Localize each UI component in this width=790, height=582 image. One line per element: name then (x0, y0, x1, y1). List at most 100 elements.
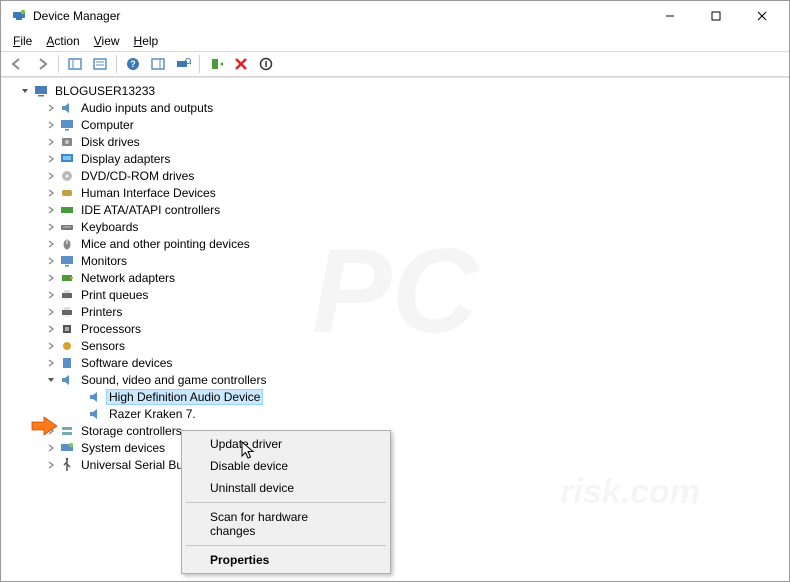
chevron-right-icon[interactable] (45, 204, 57, 216)
context-menu: Update driver Disable device Uninstall d… (181, 430, 391, 574)
tree-item[interactable]: Network adapters (1, 269, 789, 286)
usb-icon (59, 457, 75, 473)
ctx-properties[interactable]: Properties (184, 549, 388, 571)
menu-action[interactable]: Action (40, 32, 85, 50)
close-button[interactable] (739, 1, 785, 31)
tree-item[interactable]: Processors (1, 320, 789, 337)
printer-icon (59, 304, 75, 320)
tree-item-label: Human Interface Devices (79, 186, 218, 200)
device-tree[interactable]: BLOGUSER13233 Audio inputs and outputs Co… (1, 77, 789, 581)
tree-item-label: Universal Serial Bu (79, 458, 185, 472)
tree-item[interactable]: Universal Serial Bu (1, 456, 789, 473)
chevron-right-icon[interactable] (45, 442, 57, 454)
tree-item-label: Mice and other pointing devices (79, 237, 252, 251)
tree-item[interactable]: Software devices (1, 354, 789, 371)
no-chevron (73, 391, 85, 403)
chevron-right-icon[interactable] (45, 289, 57, 301)
chevron-right-icon[interactable] (45, 187, 57, 199)
svg-text:?: ? (130, 59, 136, 69)
tree-item-label: System devices (79, 441, 167, 455)
speaker-icon (59, 372, 75, 388)
menu-file[interactable]: File (7, 32, 38, 50)
tree-item[interactable]: Disk drives (1, 133, 789, 150)
chevron-right-icon[interactable] (45, 238, 57, 250)
chevron-right-icon[interactable] (45, 102, 57, 114)
tree-item-label: Printers (79, 305, 124, 319)
chevron-right-icon[interactable] (45, 153, 57, 165)
speaker-icon (59, 100, 75, 116)
toolbar-update-driver-button[interactable] (204, 53, 228, 75)
minimize-button[interactable] (647, 1, 693, 31)
tree-item[interactable]: Human Interface Devices (1, 184, 789, 201)
tree-item-label: Computer (79, 118, 136, 132)
menu-help[interactable]: Help (128, 32, 165, 50)
toolbar-help-button[interactable]: ? (121, 53, 145, 75)
tree-item[interactable]: Keyboards (1, 218, 789, 235)
chevron-right-icon[interactable] (45, 272, 57, 284)
chevron-right-icon[interactable] (45, 255, 57, 267)
ctx-separator (186, 545, 386, 546)
chevron-right-icon[interactable] (45, 340, 57, 352)
tree-item-label: Network adapters (79, 271, 177, 285)
cursor-icon (241, 441, 257, 461)
chevron-right-icon[interactable] (45, 459, 57, 471)
hid-icon (59, 185, 75, 201)
tree-item[interactable]: Sensors (1, 337, 789, 354)
chevron-right-icon[interactable] (45, 170, 57, 182)
tree-item-label: Sensors (79, 339, 127, 353)
tree-item-sound[interactable]: Sound, video and game controllers (1, 371, 789, 388)
toolbar-uninstall-button[interactable] (229, 53, 253, 75)
window-title: Device Manager (33, 9, 120, 23)
computer-icon (33, 83, 49, 99)
toolbar-show-hide-button[interactable] (63, 53, 87, 75)
soft-icon (59, 355, 75, 371)
chevron-right-icon[interactable] (45, 357, 57, 369)
toolbar-action-pane-button[interactable] (146, 53, 170, 75)
speaker-icon (87, 389, 103, 405)
tree-item[interactable]: Mice and other pointing devices (1, 235, 789, 252)
tree-item[interactable]: DVD/CD-ROM drives (1, 167, 789, 184)
chevron-right-icon[interactable] (45, 323, 57, 335)
tree-item[interactable]: Audio inputs and outputs (1, 99, 789, 116)
tree-item[interactable]: High Definition Audio Device (1, 388, 789, 405)
chevron-right-icon[interactable] (45, 221, 57, 233)
ctx-uninstall-device[interactable]: Uninstall device (184, 477, 388, 499)
disk-icon (59, 134, 75, 150)
chevron-right-icon[interactable] (45, 136, 57, 148)
toolbar-scan-button[interactable] (171, 53, 195, 75)
tree-item-label: Disk drives (79, 135, 142, 149)
ctx-disable-device[interactable]: Disable device (184, 455, 388, 477)
tree-item[interactable]: Computer (1, 116, 789, 133)
toolbar-properties-button[interactable] (88, 53, 112, 75)
toolbar: ? (1, 51, 789, 77)
nav-back-button[interactable] (5, 53, 29, 75)
tree-item[interactable]: Print queues (1, 286, 789, 303)
tree-root[interactable]: BLOGUSER13233 (1, 82, 789, 99)
menu-view[interactable]: View (88, 32, 126, 50)
tree-item[interactable]: Storage controllers (1, 422, 789, 439)
nic-icon (59, 270, 75, 286)
cpu-icon (59, 321, 75, 337)
chevron-down-icon[interactable] (19, 85, 31, 97)
ctx-scan-hardware[interactable]: Scan for hardware changes (184, 506, 388, 542)
tree-item[interactable]: Monitors (1, 252, 789, 269)
ata-icon (59, 202, 75, 218)
tree-item[interactable]: System devices (1, 439, 789, 456)
toolbar-disable-button[interactable] (254, 53, 278, 75)
maximize-button[interactable] (693, 1, 739, 31)
chevron-right-icon[interactable] (45, 119, 57, 131)
chevron-down-icon[interactable] (45, 374, 57, 386)
tree-item[interactable]: Printers (1, 303, 789, 320)
tree-item-label: Software devices (79, 356, 174, 370)
tree-item-label: High Definition Audio Device (107, 390, 262, 404)
tree-item[interactable]: Display adapters (1, 150, 789, 167)
tree-item-label: Sound, video and game controllers (79, 373, 268, 387)
tree-item-label: Audio inputs and outputs (79, 101, 215, 115)
nav-forward-button[interactable] (30, 53, 54, 75)
tree-item-label: Monitors (79, 254, 129, 268)
tree-item-label: Processors (79, 322, 143, 336)
tree-item[interactable]: Razer Kraken 7. (1, 405, 789, 422)
ctx-update-driver[interactable]: Update driver (184, 433, 388, 455)
tree-item[interactable]: IDE ATA/ATAPI controllers (1, 201, 789, 218)
chevron-right-icon[interactable] (45, 306, 57, 318)
